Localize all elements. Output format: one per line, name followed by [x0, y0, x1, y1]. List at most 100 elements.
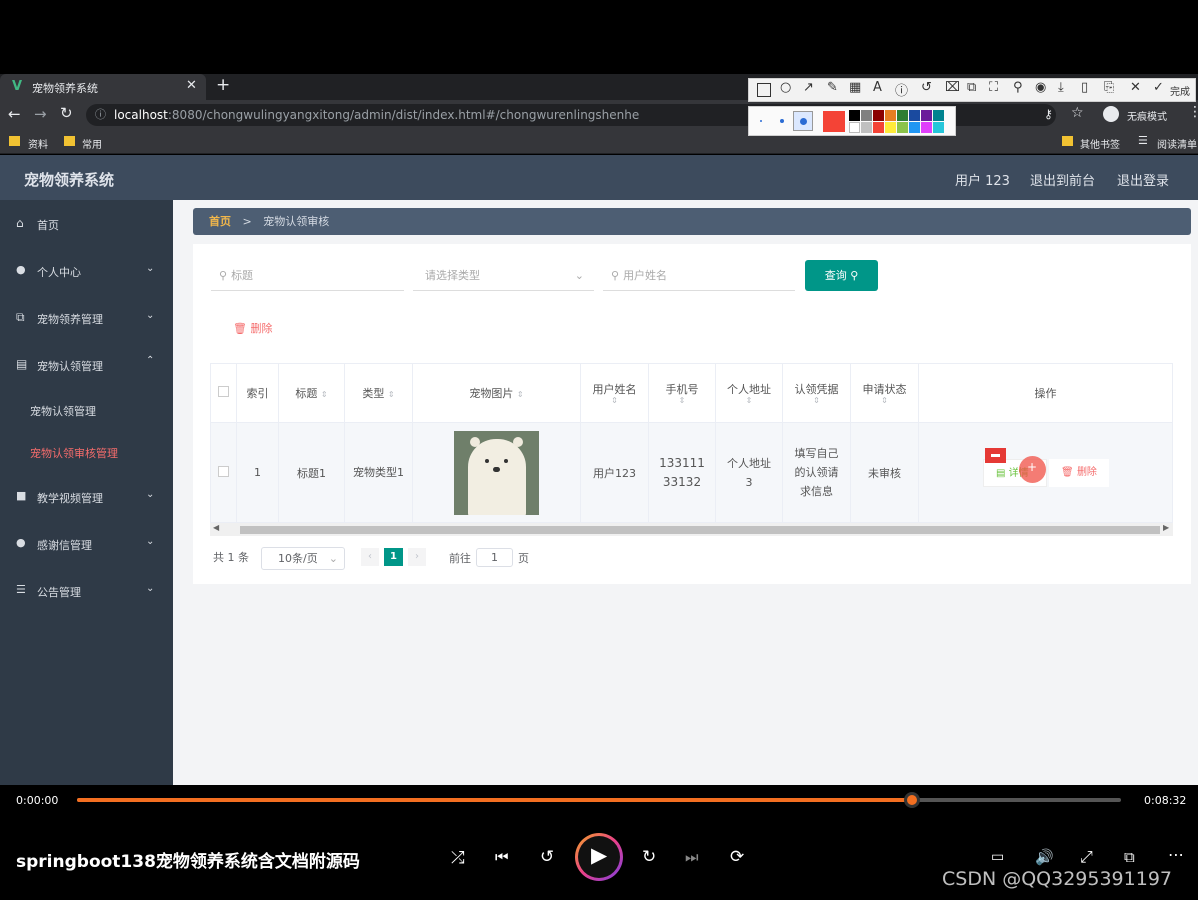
previous-icon[interactable]: ⏮: [495, 848, 509, 866]
mini-player-icon[interactable]: ⧉: [1124, 848, 1135, 866]
ellipse-tool-icon[interactable]: ○: [780, 80, 791, 95]
sidebar-item-video[interactable]: ■ 教学视频管理 ⌄: [0, 483, 173, 511]
progress-track[interactable]: [77, 792, 1121, 808]
goto-page-input[interactable]: 1: [476, 548, 513, 567]
sidebar-item-profile[interactable]: ● 个人中心 ⌄: [0, 257, 173, 285]
bookmark-item[interactable]: 常用: [82, 136, 102, 151]
undo-icon[interactable]: ↺: [921, 80, 932, 95]
select-all-checkbox[interactable]: [218, 386, 229, 397]
col-header[interactable]: 标题: [295, 387, 317, 400]
mosaic-tool-icon[interactable]: ▦: [849, 80, 861, 95]
sort-icon[interactable]: ⇕: [649, 397, 715, 405]
col-header[interactable]: 类型: [362, 387, 384, 400]
page-number-current[interactable]: 1: [384, 548, 403, 566]
tab-close-icon[interactable]: ✕: [186, 78, 197, 93]
sort-icon[interactable]: ⇕: [321, 390, 328, 399]
horizontal-scrollbar[interactable]: ◀ ▶: [210, 523, 1173, 536]
back-icon[interactable]: ←: [8, 105, 21, 123]
current-color-swatch[interactable]: [823, 111, 845, 132]
sidebar-subitem-claim-manage[interactable]: 宠物认领管理: [0, 396, 173, 424]
check-icon[interactable]: ✓: [1153, 80, 1164, 95]
menu-dots-icon[interactable]: ⋮: [1188, 104, 1198, 120]
to-front-link[interactable]: 退出到前台: [1030, 170, 1095, 189]
rect-tool-icon[interactable]: [757, 83, 771, 97]
forward-30-icon[interactable]: ↻: [642, 847, 656, 867]
more-icon[interactable]: ⋯: [1168, 845, 1184, 864]
col-header[interactable]: 手机号: [666, 383, 699, 396]
bookmark-item[interactable]: 资料: [28, 136, 48, 151]
size-medium-dot[interactable]: [780, 119, 784, 123]
expand-icon[interactable]: ⤢: [1080, 847, 1093, 867]
close-icon[interactable]: ✕: [1130, 80, 1141, 95]
pen-tool-icon[interactable]: ✎: [827, 80, 838, 95]
sort-icon[interactable]: ⇕: [517, 390, 524, 399]
key-icon[interactable]: ⚷: [1044, 107, 1053, 121]
col-header[interactable]: 申请状态: [863, 383, 907, 396]
number-tool-icon[interactable]: ⓘ: [895, 80, 908, 99]
color-grid[interactable]: [849, 110, 949, 134]
trash-icon: 🗑: [1061, 467, 1074, 478]
col-header[interactable]: 宠物图片: [469, 387, 513, 400]
cell-phone-text: 13311133132: [659, 455, 705, 489]
reload-icon[interactable]: ↻: [60, 104, 73, 122]
title-search-input[interactable]: ⚲ 标题: [211, 261, 404, 291]
breadcrumb-home[interactable]: 首页: [209, 215, 231, 228]
size-small-dot[interactable]: [760, 120, 762, 122]
row-delete-button[interactable]: 🗑 删除: [1049, 459, 1109, 487]
rewind-10-icon[interactable]: ↺: [540, 847, 554, 867]
copy-icon[interactable]: ⎘: [1104, 80, 1114, 95]
data-table: 索引 标题 ⇕ 类型 ⇕ 宠物图片 ⇕ 用户姓名 ⇕ 手机号 ⇕ 个人地址 ⇕ 认领凭…: [210, 363, 1173, 537]
prev-page-button[interactable]: ‹: [361, 548, 379, 566]
loop-off-icon[interactable]: ⟳: [730, 847, 744, 867]
page-size-select[interactable]: 10条/页 ⌄: [261, 547, 345, 570]
text-tool-icon[interactable]: A: [873, 80, 882, 95]
done-button[interactable]: 完成: [1170, 83, 1190, 98]
batch-delete-button[interactable]: 🗑 删除: [233, 320, 272, 336]
play-button[interactable]: ▶: [575, 833, 623, 881]
col-header[interactable]: 用户姓名: [593, 383, 637, 396]
sidebar-item-claim[interactable]: ▤ 宠物认领管理 ⌃: [0, 351, 173, 379]
pin-icon[interactable]: ⚲: [1013, 80, 1023, 95]
sidebar-item-notice[interactable]: ☰ 公告管理 ⌄: [0, 577, 173, 605]
sidebar-subitem-claim-review[interactable]: 宠物认领审核管理: [0, 438, 173, 466]
username-search-input[interactable]: ⚲ 用户姓名: [603, 261, 795, 291]
sort-icon[interactable]: ⇕: [716, 397, 782, 405]
scroll-left-icon[interactable]: ◀: [213, 523, 219, 532]
arrow-tool-icon[interactable]: ↗: [803, 80, 814, 95]
phone-icon[interactable]: ▯: [1081, 80, 1088, 95]
query-button[interactable]: 查询 ⚲: [805, 260, 878, 291]
new-tab-button[interactable]: +: [216, 75, 230, 95]
browser-tab[interactable]: V 宠物领养系统 ✕: [0, 74, 206, 100]
sort-icon[interactable]: ⇕: [388, 390, 395, 399]
col-header[interactable]: 个人地址: [727, 383, 771, 396]
tool-icon[interactable]: ⌧: [945, 80, 960, 95]
progress-knob[interactable]: [904, 792, 921, 808]
logout-link[interactable]: 退出登录: [1117, 170, 1169, 189]
sidebar-item-home[interactable]: ⌂ 首页: [0, 210, 173, 238]
forward-icon[interactable]: →: [34, 105, 47, 123]
sort-icon[interactable]: ⇕: [851, 397, 918, 405]
shuffle-icon[interactable]: ⤮: [451, 848, 465, 868]
subtitles-icon[interactable]: ▭: [991, 849, 1004, 865]
bookmark-item[interactable]: 其他书签: [1080, 136, 1120, 151]
download-icon[interactable]: ⤓: [1058, 80, 1064, 95]
scroll-right-icon[interactable]: ▶: [1163, 523, 1169, 532]
sidebar-item-thanks[interactable]: ● 感谢信管理 ⌄: [0, 530, 173, 558]
volume-icon[interactable]: 🔊: [1035, 848, 1054, 866]
bookmark-item[interactable]: 阅读清单: [1157, 136, 1197, 151]
incognito-label[interactable]: 无痕模式: [1127, 108, 1167, 123]
sort-icon[interactable]: ⇕: [783, 397, 850, 405]
sidebar-item-adoption[interactable]: ⧉ 宠物领养管理 ⌄: [0, 304, 173, 332]
sort-icon[interactable]: ⇕: [581, 397, 648, 405]
cell-address: 个人地址3: [715, 422, 783, 523]
star-icon[interactable]: ☆: [1071, 105, 1084, 121]
record-icon[interactable]: ◉: [1035, 80, 1046, 95]
tool-icon[interactable]: ⛶: [989, 80, 998, 95]
next-icon[interactable]: ⏭: [685, 848, 699, 866]
scroll-thumb[interactable]: [240, 526, 1160, 534]
tool-icon[interactable]: ⧉: [967, 80, 976, 95]
type-select[interactable]: 请选择类型 ⌄: [413, 261, 594, 291]
next-page-button[interactable]: ›: [408, 548, 426, 566]
col-header[interactable]: 认领凭据: [795, 383, 839, 396]
row-checkbox[interactable]: [218, 465, 229, 477]
